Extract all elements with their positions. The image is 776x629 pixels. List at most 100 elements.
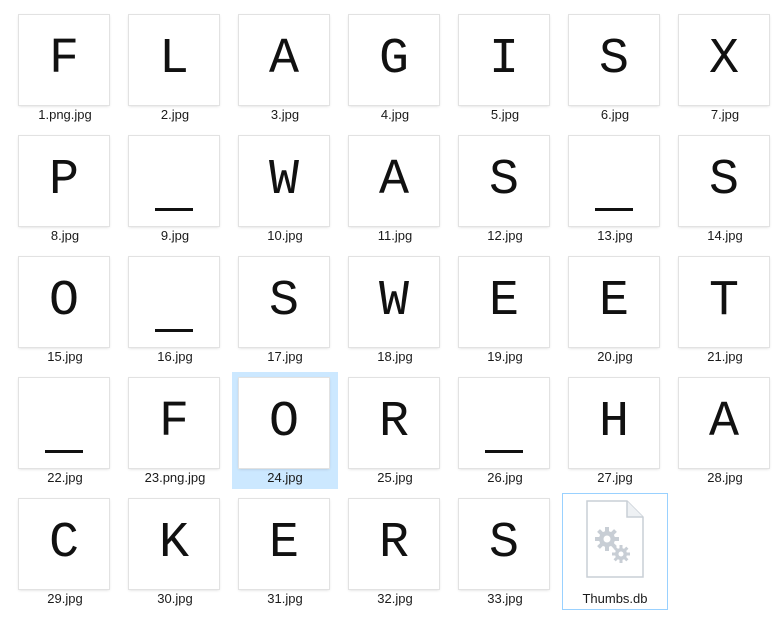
file-name-label: 5.jpg (490, 107, 520, 122)
image-thumbnail: T (679, 257, 769, 347)
file-name-label: 17.jpg (267, 349, 303, 364)
file-name-label: 29.jpg (47, 591, 83, 606)
file-name-label: 12.jpg (487, 228, 523, 243)
file-name-label: Thumbs.db (582, 591, 648, 606)
image-thumbnail: E (569, 257, 659, 347)
thumbnail-letter: K (158, 515, 189, 572)
image-thumbnail: F (19, 15, 109, 105)
thumbnail-letter: O (268, 394, 299, 451)
thumbnail-letter: R (378, 515, 409, 572)
file-item[interactable]: L 2.jpg (122, 9, 228, 126)
image-thumbnail: C (19, 499, 109, 589)
image-thumbnail: K (129, 499, 219, 589)
file-name-label: 13.jpg (597, 228, 633, 243)
file-item[interactable]: I 5.jpg (452, 9, 558, 126)
file-item[interactable]: S 17.jpg (232, 251, 338, 368)
image-thumbnail: S (239, 257, 329, 347)
file-name-label: 3.jpg (270, 107, 300, 122)
file-name-label: 25.jpg (377, 470, 413, 485)
file-item[interactable]: 26.jpg (452, 372, 558, 489)
thumbnail-letter: S (598, 31, 629, 88)
underscore-glyph (45, 450, 83, 453)
file-name-label: 26.jpg (487, 470, 523, 485)
file-item[interactable]: F 1.png.jpg (12, 9, 118, 126)
file-item[interactable]: F 23.png.jpg (122, 372, 228, 489)
thumbnail-letter: O (48, 273, 79, 330)
file-item[interactable]: W 18.jpg (342, 251, 448, 368)
file-name-label: 14.jpg (707, 228, 743, 243)
file-name-label: 18.jpg (377, 349, 413, 364)
file-name-label: 1.png.jpg (38, 107, 92, 122)
underscore-glyph (595, 208, 633, 211)
file-item[interactable]: 22.jpg (12, 372, 118, 489)
thumbnail-letter: L (158, 31, 189, 88)
thumbnail-letter: X (708, 31, 739, 88)
file-name-label: 9.jpg (160, 228, 190, 243)
file-item[interactable]: W 10.jpg (232, 130, 338, 247)
file-item[interactable]: T 21.jpg (672, 251, 776, 368)
file-item[interactable]: O 24.jpg (232, 372, 338, 489)
underscore-glyph (485, 450, 523, 453)
image-thumbnail: W (349, 257, 439, 347)
file-item[interactable]: S 33.jpg (452, 493, 558, 610)
file-item[interactable]: A 28.jpg (672, 372, 776, 489)
file-item[interactable]: P 8.jpg (12, 130, 118, 247)
file-item[interactable]: 16.jpg (122, 251, 228, 368)
underscore-glyph (155, 208, 193, 211)
image-thumbnail: W (239, 136, 329, 226)
file-item[interactable]: 9.jpg (122, 130, 228, 247)
file-item[interactable]: S 14.jpg (672, 130, 776, 247)
file-item[interactable]: R 25.jpg (342, 372, 448, 489)
image-thumbnail: R (349, 499, 439, 589)
thumbnail-letter: S (488, 152, 519, 209)
image-thumbnail: A (349, 136, 439, 226)
file-item[interactable]: E 20.jpg (562, 251, 668, 368)
file-item[interactable]: Thumbs.db (562, 493, 668, 610)
image-thumbnail: S (679, 136, 769, 226)
file-item[interactable]: G 4.jpg (342, 9, 448, 126)
image-thumbnail: O (239, 378, 329, 468)
thumbnail-letter: A (708, 394, 739, 451)
file-item[interactable]: H 27.jpg (562, 372, 668, 489)
thumbnail-letter: F (158, 394, 189, 451)
file-item[interactable]: 13.jpg (562, 130, 668, 247)
file-name-label: 30.jpg (157, 591, 193, 606)
image-thumbnail: O (19, 257, 109, 347)
thumbnail-letter: H (598, 394, 629, 451)
file-item[interactable]: S 12.jpg (452, 130, 558, 247)
file-item[interactable]: K 30.jpg (122, 493, 228, 610)
thumbnail-letter: E (488, 273, 519, 330)
image-thumbnail: A (239, 15, 329, 105)
file-name-label: 31.jpg (267, 591, 303, 606)
file-name-label: 19.jpg (487, 349, 523, 364)
file-name-label: 32.jpg (377, 591, 413, 606)
file-item[interactable]: S 6.jpg (562, 9, 668, 126)
image-thumbnail: F (129, 378, 219, 468)
file-name-label: 33.jpg (487, 591, 523, 606)
file-name-label: 20.jpg (597, 349, 633, 364)
file-name-label: 6.jpg (600, 107, 630, 122)
file-name-label: 10.jpg (267, 228, 303, 243)
file-name-label: 2.jpg (160, 107, 190, 122)
file-icon-grid: F 1.png.jpg L 2.jpg A 3.jpg G 4.jpg I 5.jpg S 6.jpg… (12, 9, 776, 614)
file-name-label: 22.jpg (47, 470, 83, 485)
file-name-label: 4.jpg (380, 107, 410, 122)
file-item[interactable]: X 7.jpg (672, 9, 776, 126)
file-item[interactable]: O 15.jpg (12, 251, 118, 368)
file-name-label: 15.jpg (47, 349, 83, 364)
file-item[interactable]: A 11.jpg (342, 130, 448, 247)
file-item[interactable]: C 29.jpg (12, 493, 118, 610)
file-item[interactable]: A 3.jpg (232, 9, 338, 126)
file-item[interactable]: E 31.jpg (232, 493, 338, 610)
image-thumbnail: S (459, 499, 549, 589)
underscore-glyph (155, 329, 193, 332)
file-item[interactable]: E 19.jpg (452, 251, 558, 368)
settings-file-icon (585, 499, 645, 579)
image-thumbnail: E (239, 499, 329, 589)
file-item[interactable]: R 32.jpg (342, 493, 448, 610)
image-thumbnail: L (129, 15, 219, 105)
thumbnail-letter: C (48, 515, 79, 572)
image-thumbnail: G (349, 15, 439, 105)
thumbnail-letter: A (378, 152, 409, 209)
file-name-label: 28.jpg (707, 470, 743, 485)
